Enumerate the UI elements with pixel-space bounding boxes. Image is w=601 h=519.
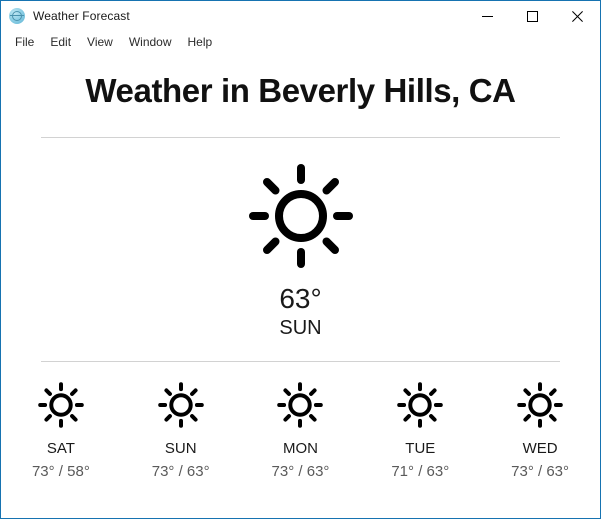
forecast-icon-wrap-sun — [121, 380, 241, 430]
menu-item-file[interactable]: File — [7, 33, 42, 51]
forecast-day-temps: 73° / 63° — [271, 463, 330, 481]
sun-icon — [517, 382, 563, 429]
forecast-row: SAT 73° / 58° SUN 73° / 63° MON 73° / 63… — [1, 362, 600, 481]
forecast-day-temps: 73° / 58° — [31, 463, 90, 481]
forecast-day-label: SUN — [164, 440, 197, 458]
forecast-day-wed[interactable]: WED 73° / 63° — [480, 380, 600, 481]
sun-icon — [38, 382, 84, 429]
sun-icon — [397, 382, 444, 429]
forecast-day-temps: 71° / 63° — [391, 463, 450, 481]
menu-bar: File Edit View Window Help — [1, 31, 600, 52]
menu-item-view[interactable]: View — [79, 33, 121, 51]
current-temperature: 63° — [279, 283, 322, 314]
menu-item-edit[interactable]: Edit — [42, 33, 79, 51]
weather-forecast-window: Weather Forecast File Edit View Window H… — [0, 0, 601, 519]
sun-icon — [157, 382, 204, 429]
forecast-day-tue[interactable]: TUE 71° / 63° — [360, 380, 480, 481]
maximize-button[interactable] — [510, 1, 555, 31]
current-conditions: 63° SUN — [1, 138, 600, 361]
close-icon — [572, 10, 583, 22]
window-title: Weather Forecast — [33, 9, 130, 23]
forecast-day-label: TUE — [405, 440, 436, 458]
forecast-day-sun[interactable]: SUN 73° / 63° — [121, 380, 241, 481]
main-content: Weather in Beverly Hills, CA 63° SUN SAT… — [1, 52, 600, 518]
window-controls — [465, 1, 600, 31]
sun-icon — [248, 164, 353, 268]
minimize-button[interactable] — [465, 1, 510, 31]
menu-item-help[interactable]: Help — [180, 33, 221, 51]
forecast-icon-wrap-mon — [241, 380, 361, 430]
forecast-icon-wrap-wed — [480, 380, 600, 430]
current-day-label: SUN — [279, 317, 322, 340]
menu-item-window[interactable]: Window — [121, 33, 180, 51]
app-globe-icon — [9, 8, 25, 24]
sun-icon — [277, 382, 324, 429]
close-button[interactable] — [555, 1, 600, 31]
forecast-day-sat[interactable]: SAT 73° / 58° — [1, 380, 121, 481]
forecast-day-label: WED — [522, 440, 558, 458]
window-titlebar[interactable]: Weather Forecast — [1, 1, 600, 31]
page-title: Weather in Beverly Hills, CA — [85, 72, 516, 109]
forecast-day-label: MON — [282, 440, 318, 458]
forecast-icon-wrap-sat — [1, 380, 121, 430]
maximize-icon — [527, 10, 538, 22]
minimize-icon — [482, 15, 493, 17]
forecast-day-mon[interactable]: MON 73° / 63° — [241, 380, 361, 481]
current-weather-icon-wrap — [1, 164, 600, 268]
forecast-day-temps: 73° / 63° — [511, 463, 570, 481]
forecast-icon-wrap-tue — [360, 380, 480, 430]
forecast-day-temps: 73° / 63° — [151, 463, 210, 481]
forecast-day-label: SAT — [46, 440, 75, 458]
